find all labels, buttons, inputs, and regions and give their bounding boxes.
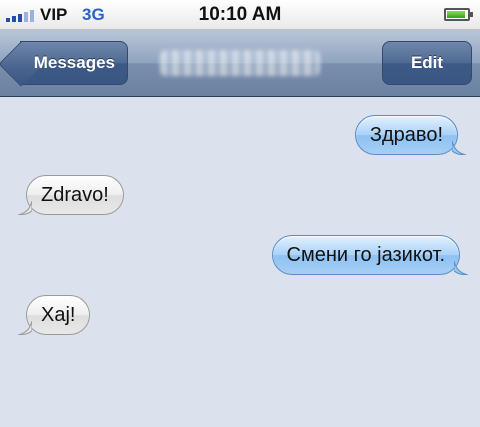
bubble-tail-icon [18, 201, 32, 215]
edit-button[interactable]: Edit [382, 41, 472, 85]
message-bubble-incoming[interactable]: Хај! [18, 295, 91, 335]
message-bubble-outgoing[interactable]: Смени го јазикот. [271, 235, 468, 275]
battery-icon [444, 8, 473, 21]
bubble-tail-icon [452, 141, 466, 155]
bubble-tail-icon [18, 321, 32, 335]
message-bubble-incoming[interactable]: Zdravo! [18, 175, 124, 215]
message-text: Смени го јазикот. [286, 244, 445, 266]
message-bubble-outgoing[interactable]: Здраво! [354, 115, 466, 155]
status-bar: VIP 3G 10:10 AM [0, 0, 480, 30]
status-time: 10:10 AM [198, 4, 282, 25]
navigation-bar: Messages Edit [0, 30, 480, 97]
contact-title [160, 50, 320, 76]
message-text: Zdravo! [41, 184, 109, 206]
message-text: Хај! [41, 304, 76, 326]
back-button-label: Messages [33, 53, 115, 72]
message-thread[interactable]: Здраво! Zdravo! Смени го јазикот. Хај! [0, 98, 480, 427]
message-text: Здраво! [369, 124, 443, 146]
bubble-tail-icon [454, 261, 468, 275]
back-button[interactable]: Messages [20, 41, 128, 85]
